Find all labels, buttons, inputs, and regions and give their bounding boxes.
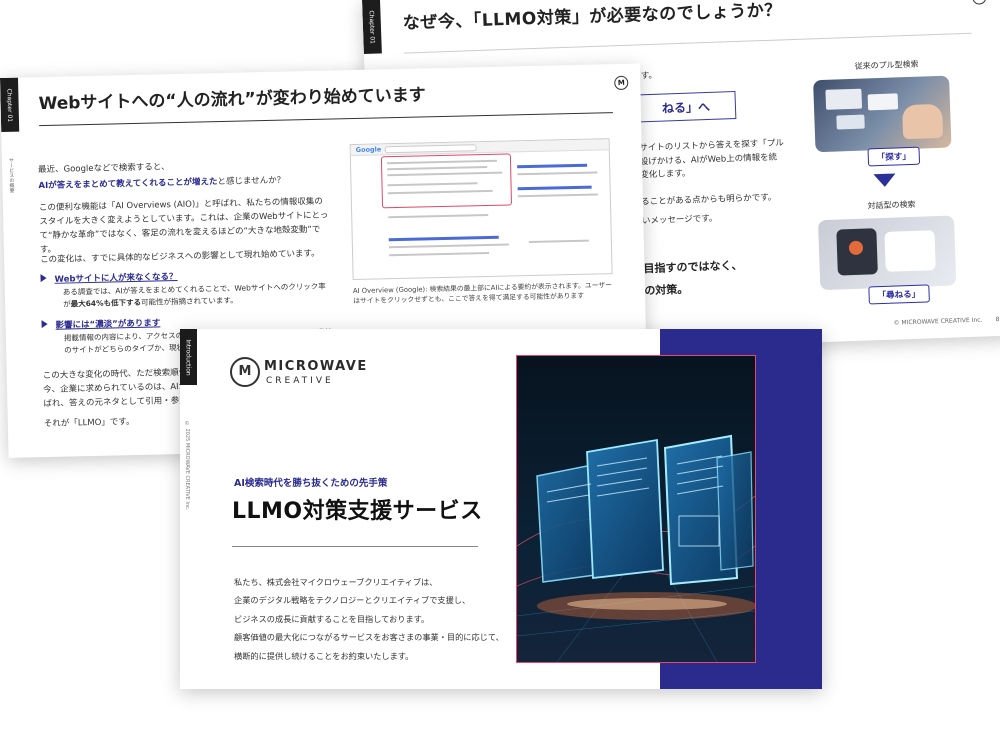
footer-copyright: © MICROWAVE CREATIVE Inc. — [893, 316, 983, 327]
bullet-title: 影響には“濃淡”があります — [55, 318, 161, 331]
slide-title: なぜ今、「LLMO対策」が必要なのでしょうか？ — [402, 0, 783, 34]
highlight-box: ねる」へ — [635, 91, 737, 123]
google-aio-screenshot: Google — [349, 138, 613, 281]
chapter-tab: Chapter 01 — [0, 77, 20, 132]
cover-subtitle: AI検索時代を勝ち抜くための先手策 — [234, 478, 388, 489]
title-divider — [403, 32, 972, 54]
bold-line-1: 目指すのではなく、 — [643, 258, 743, 276]
text-line: 私たち、株式会社マイクロウェーブクリエイティブは、 — [234, 577, 438, 587]
side-copyright: © 2025 MICROWAVE CREATIVE Inc. — [184, 421, 190, 511]
diagram-label-pull: 従来のプル型検索 — [854, 59, 919, 71]
highlight-text: AIが答えをまとめて教えてくれることが増えた — [38, 177, 218, 192]
text-line — [388, 243, 509, 249]
text-line — [517, 171, 598, 176]
bullet-heading-2: 影響には“濃淡”があります — [41, 316, 160, 331]
bold-line-2: の対策。 — [644, 282, 689, 298]
text-fragment: す。 — [640, 70, 658, 82]
bullet-heading-1: Webサイトに人が来なくなる？ — [40, 270, 178, 285]
brand-name-line1: MICROWAVE — [264, 359, 368, 374]
google-logo: Google — [355, 145, 382, 154]
slide-cover: Introduction © 2025 MICROWAVE CREATIVE I… — [180, 329, 822, 689]
intro-label: Introduction — [185, 338, 192, 376]
ask-tag: 「尋ねる」 — [868, 284, 930, 305]
bullet-title: Webサイトに人が来なくなる？ — [54, 272, 178, 285]
text-line: 横断的に提供し続けることをお約束いたします。 — [234, 650, 414, 661]
text-line: ビジネスの成長に貢献することを目指しております。 — [234, 613, 430, 624]
intro-tab: Introduction — [180, 329, 197, 385]
search-tag: 「探す」 — [867, 146, 921, 167]
result-link — [517, 163, 588, 169]
text-line — [389, 251, 490, 257]
paragraph-1: サイトのリストから答えを探す「プル 設げかける、AIがWeb上の情報を統 変化し… — [639, 137, 785, 183]
chapter-label: Chapter 01 — [5, 87, 14, 122]
dialog-search-illustration — [817, 215, 957, 291]
brand-logo-icon: M — [972, 0, 987, 5]
chapter-tab: Chapter 01 — [362, 0, 382, 54]
chapter-label: Chapter 01 — [367, 9, 377, 44]
text-line: ることがある点からも明らかです。 — [641, 192, 777, 208]
pull-search-illustration — [813, 75, 952, 153]
triangle-bullet-icon — [41, 319, 48, 329]
side-note: サービスの概要 — [7, 157, 15, 193]
bullet-text: 可能性が指摘されています。 — [140, 295, 238, 307]
intro-tail: と感じませんか？ — [217, 175, 286, 188]
text-line — [388, 213, 489, 219]
diagram-label-dialog: 対話型の検索 — [867, 199, 916, 211]
arrow-down-icon — [873, 173, 896, 188]
text-line — [528, 239, 589, 244]
text-line: 顧客価値の最大化につながるサービスをお客さまの事業・目的に応じて、 — [234, 632, 504, 643]
bullet-text-1: ある調査では、AIが答えをまとめてくれることで、Webサイトへのクリック率が最大… — [63, 281, 333, 311]
result-link — [388, 235, 499, 242]
page-number: 8 — [995, 315, 1000, 324]
brand-name-line2: CREATIVE — [266, 376, 334, 386]
result-link — [517, 185, 592, 191]
search-box — [384, 144, 477, 154]
screenshot-caption: AI Overview (Google): 検索結果の最上部にAIによる要約が表… — [352, 281, 613, 306]
triangle-bullet-icon — [40, 273, 47, 283]
bullet-bold: 最大64%も低下する — [70, 297, 142, 309]
text-line: 企業のデジタル戦略をテクノロジーとクリエイティブで支援し、 — [234, 595, 471, 606]
digital-documents-illustration — [516, 355, 756, 663]
paragraph-2: ることがある点からも明らかです。 いメッセージです。 — [641, 192, 777, 229]
slide-title: Webサイトへの“人の流れ”が変わり始めています — [38, 85, 426, 115]
brand-logo-icon: M — [230, 357, 260, 387]
text-line — [517, 193, 598, 198]
brand-logo-icon: M — [614, 75, 629, 91]
text-line: いメッセージです。 — [641, 213, 718, 226]
cover-title: LLMO対策支援サービス — [232, 499, 483, 524]
company-intro: 私たち、株式会社マイクロウェーブクリエイティブは、 企業のデジタル戦略をテクノロ… — [234, 573, 504, 665]
title-divider — [39, 112, 613, 127]
title-divider — [232, 546, 478, 547]
